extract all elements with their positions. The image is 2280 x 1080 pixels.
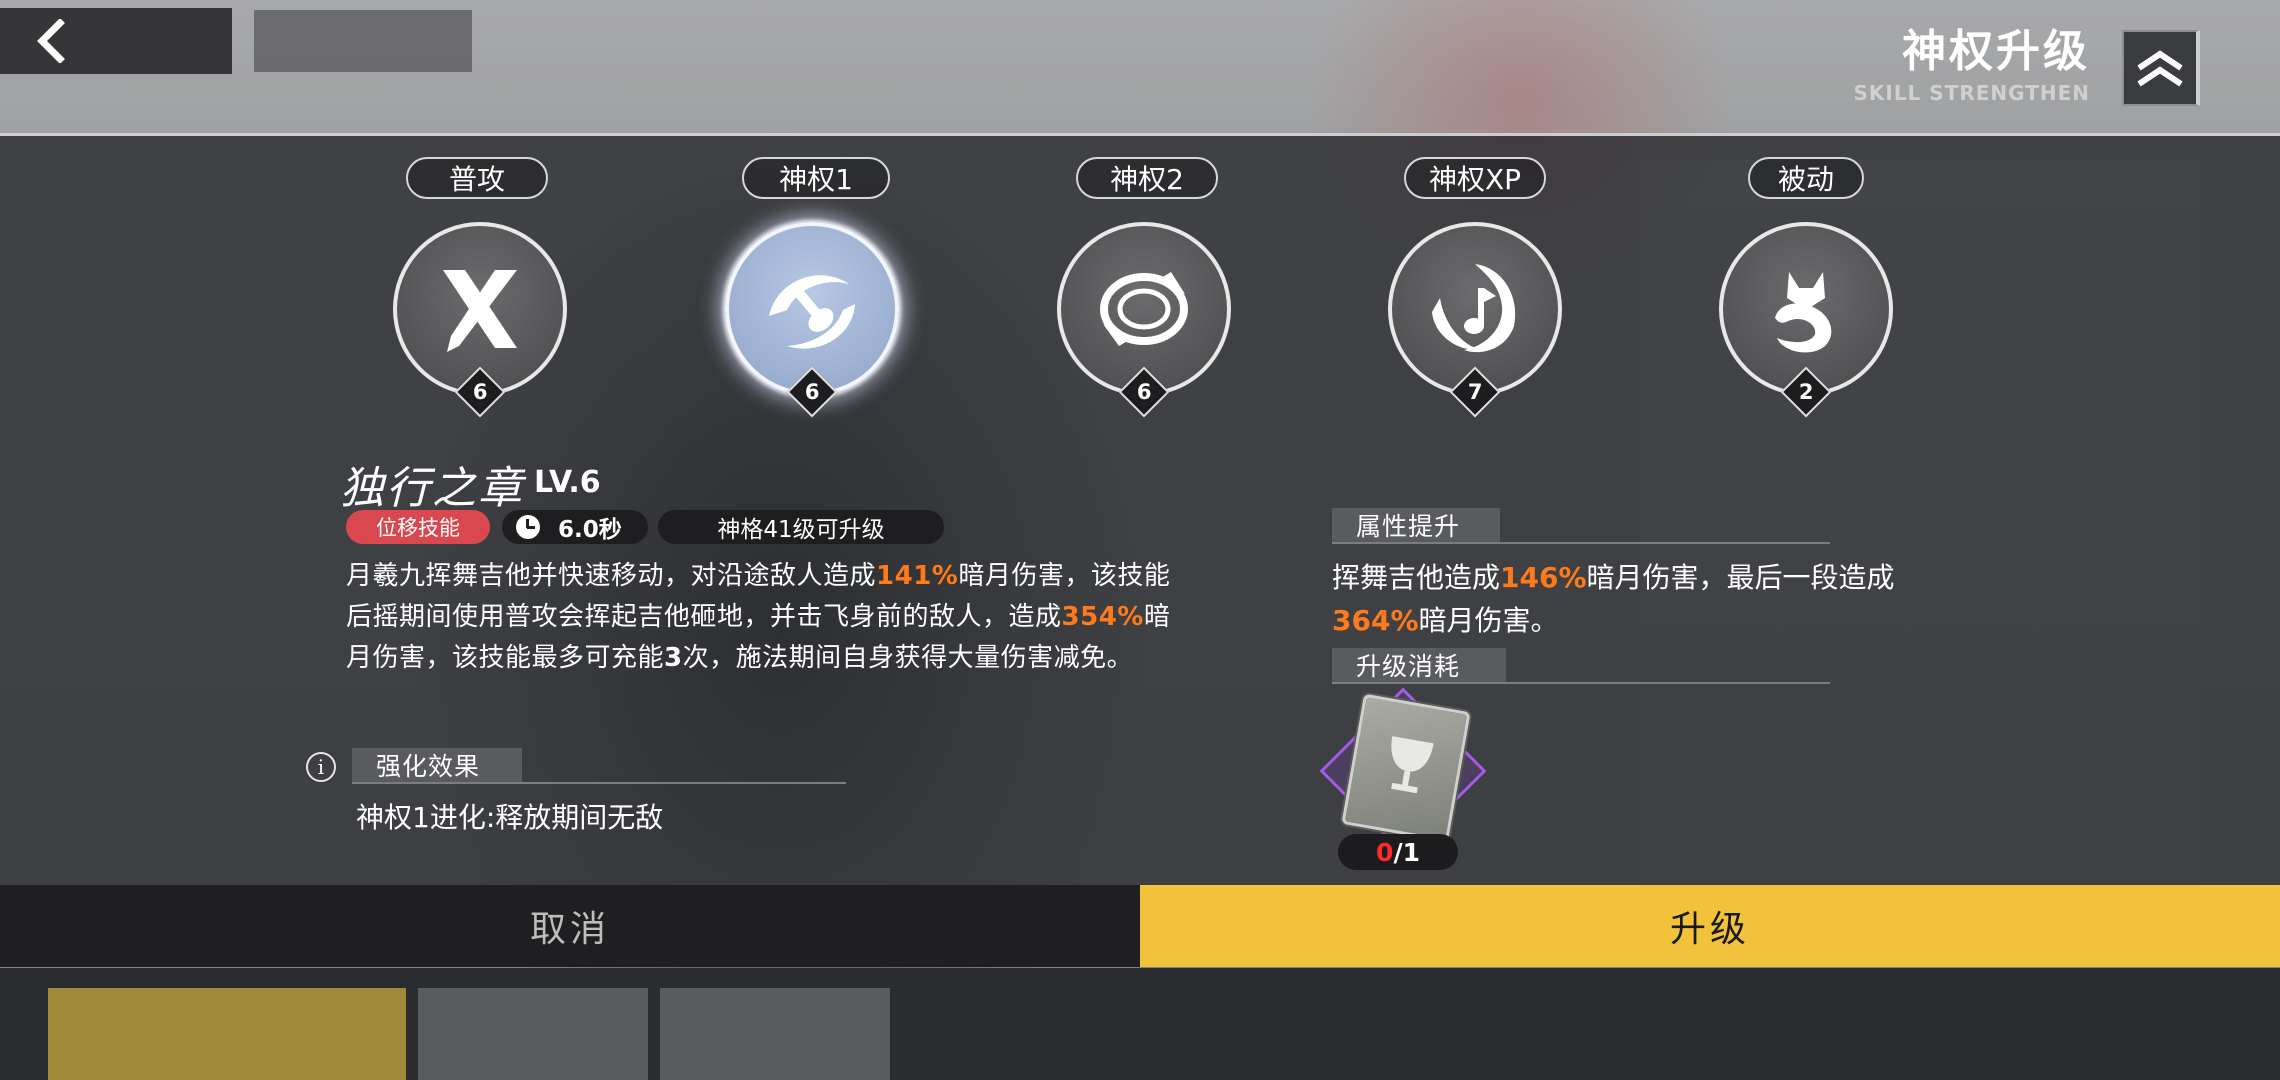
fox-icon xyxy=(1775,272,1832,353)
guitar-swirl-icon xyxy=(769,275,855,349)
skill-name: 独行之章 xyxy=(340,463,524,514)
page-header: 神权升级 SKILL STRENGTHEN xyxy=(1854,26,2091,106)
cooldown-value: 6.0秒 xyxy=(558,517,622,543)
double-chevron-up-icon xyxy=(2137,50,2183,87)
skill-level: LV.6 xyxy=(534,465,601,500)
tab-passive[interactable]: 被动 xyxy=(1748,157,1864,199)
back-arrow-icon xyxy=(37,19,65,63)
upgrade-material-item[interactable] xyxy=(1341,693,1471,843)
attribute-description: 挥舞吉他造成146%暗月伤害，最后一段造成 364%暗月伤害。 xyxy=(1332,561,1895,637)
page-subtitle: SKILL STRENGTHEN xyxy=(1853,81,2090,105)
cancel-button[interactable]: 取消 xyxy=(0,885,1140,967)
music-note-flame-icon xyxy=(1432,264,1516,353)
enhance-section-header: 强化效果 xyxy=(352,748,522,782)
divider xyxy=(1332,682,1830,684)
background-nav-tab-active xyxy=(48,988,406,1080)
background-nav-tab xyxy=(418,988,648,1080)
page-title: 神权升级 xyxy=(1902,26,2090,77)
collapse-button[interactable] xyxy=(2122,30,2200,106)
ring-slash-icon xyxy=(1100,272,1188,346)
cooldown-tag: 6.0秒 xyxy=(502,510,648,544)
upgrade-requirement-tag: 神格41级可升级 xyxy=(658,510,944,544)
divider xyxy=(352,782,846,784)
cost-section-header: 升级消耗 xyxy=(1332,648,1506,682)
skill-description: 月羲九挥舞吉他并快速移动，对沿途敌人造成141%暗月伤害，该技能后摇期间使用普攻… xyxy=(346,561,1171,673)
tab-normal-attack[interactable]: 普攻 xyxy=(406,157,548,199)
skill-type-tag: 位移技能 xyxy=(346,510,490,544)
tab-skill-2[interactable]: 神权2 xyxy=(1076,157,1218,199)
attribute-section-header: 属性提升 xyxy=(1332,508,1500,542)
tab-skill-1[interactable]: 神权1 xyxy=(742,157,890,199)
enhance-effect-text: 神权1进化:释放期间无敌 xyxy=(356,801,664,834)
divider xyxy=(1332,542,1830,544)
background-nav-tab xyxy=(660,988,890,1080)
chalice-book-icon xyxy=(1391,736,1434,794)
info-icon[interactable]: i xyxy=(306,752,336,782)
tab-skill-xp[interactable]: 神权XP xyxy=(1404,157,1546,199)
material-count: 0/1 xyxy=(1338,834,1458,870)
background-button xyxy=(254,10,472,72)
upgrade-button[interactable]: 升级 xyxy=(1140,885,2280,967)
back-button[interactable] xyxy=(0,8,232,74)
crossed-blades-icon xyxy=(443,270,517,352)
clock-icon xyxy=(516,515,540,539)
